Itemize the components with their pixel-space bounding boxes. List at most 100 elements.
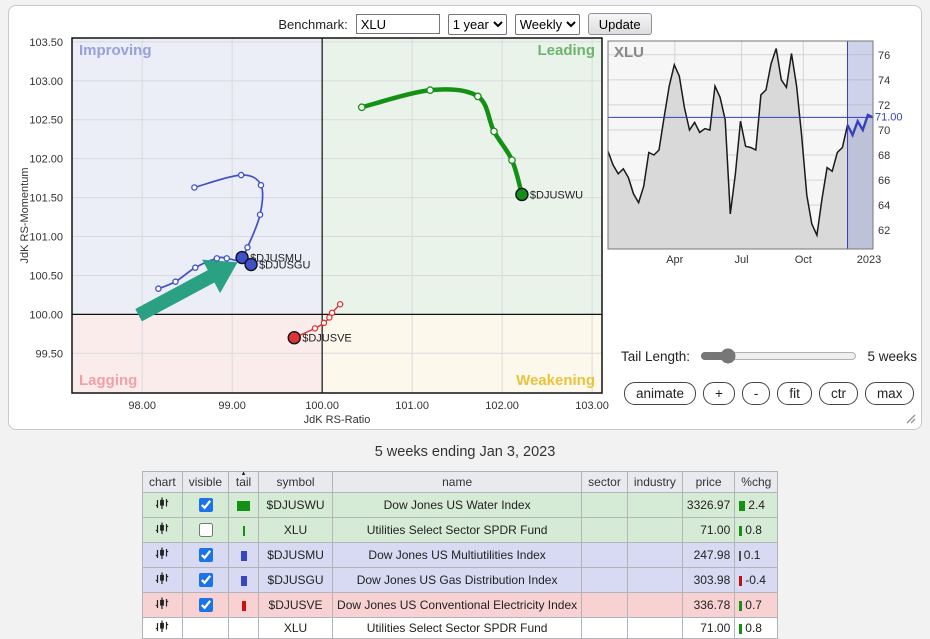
rrg-label-$DJUSWU: $DJUSWU — [530, 189, 583, 201]
animate-button[interactable]: animate — [624, 382, 696, 405]
benchmark-input[interactable] — [356, 14, 440, 34]
price-cell: 3326.97 — [687, 498, 730, 512]
tail-length-control: Tail Length: 5 weeks — [621, 347, 917, 365]
chart-icon[interactable] — [155, 620, 169, 633]
name-cell: Dow Jones US Water Index — [384, 498, 531, 512]
svg-text:70: 70 — [878, 125, 890, 137]
svg-text:72: 72 — [878, 100, 890, 112]
svg-text:66: 66 — [878, 175, 890, 187]
svg-text:102.50: 102.50 — [29, 115, 63, 127]
svg-text:102.00: 102.00 — [29, 154, 63, 166]
svg-text:68: 68 — [878, 150, 890, 162]
chg-bar — [739, 501, 745, 511]
chg-bar — [739, 526, 742, 536]
svg-text:JdK RS-Ratio: JdK RS-Ratio — [304, 414, 371, 426]
period-caption: 5 weeks ending Jan 3, 2023 — [0, 444, 930, 460]
symbol-cell: $DJUSWU — [267, 498, 325, 512]
price-cell: 71.00 — [700, 621, 730, 635]
chart-icon[interactable] — [155, 572, 169, 585]
svg-text:64: 64 — [878, 200, 890, 212]
fit-button[interactable]: fit — [777, 382, 812, 405]
symbol-cell: XLU — [284, 621, 307, 635]
tail-length-slider[interactable] — [700, 349, 857, 363]
price-cell: 303.98 — [694, 573, 731, 587]
svg-text:101.00: 101.00 — [395, 400, 429, 412]
max-button[interactable]: max — [865, 382, 915, 405]
rrg-panel: Benchmark: 1 year Weekly Update 98.0099.… — [8, 5, 922, 430]
quadrant-label-leading: Leading — [537, 42, 595, 59]
visible-checkbox[interactable] — [199, 523, 213, 537]
chg-bar — [739, 551, 741, 561]
column-header-chart[interactable]: chart — [143, 472, 183, 493]
svg-text:Jul: Jul — [735, 254, 749, 266]
name-cell: Dow Jones US Conventional Electricity In… — [337, 598, 577, 612]
symbol-cell: $DJUSVE — [269, 598, 323, 612]
quadrant-improving — [72, 38, 322, 314]
column-header-symbol[interactable]: symbol — [259, 472, 333, 493]
column-header-visible[interactable]: visible — [182, 472, 228, 493]
benchmark-mini-chart[interactable]: 7674727068666462AprJulOct202371.00XLU — [607, 36, 919, 272]
table-row: $DJUSMUDow Jones US Multiutilities Index… — [143, 543, 778, 568]
column-header-sector[interactable]: sector — [582, 472, 628, 493]
resize-handle-icon[interactable] — [902, 410, 916, 424]
column-header-name[interactable]: name — [333, 472, 582, 493]
svg-text:101.00: 101.00 — [29, 232, 63, 244]
rrg-label-$DJUSVE: $DJUSVE — [302, 333, 352, 345]
name-cell: Utilities Select Sector SPDR Fund — [367, 621, 548, 635]
tail-length-label: Tail Length: — [621, 349, 690, 364]
chart-icon[interactable] — [155, 522, 169, 535]
chart-icon[interactable] — [155, 597, 169, 610]
svg-text:98.00: 98.00 — [128, 400, 156, 412]
svg-text:103.00: 103.00 — [575, 400, 609, 412]
rrg-head-$DJUSGU — [245, 259, 257, 271]
chg-cell: 0.8 — [745, 621, 762, 635]
visible-checkbox[interactable] — [199, 598, 213, 612]
rrg-chart[interactable]: 98.0099.00100.00101.00102.00103.0099.501… — [15, 32, 625, 434]
svg-text:99.50: 99.50 — [35, 348, 63, 360]
svg-text:103.50: 103.50 — [29, 37, 63, 49]
sort-arrow-icon: ▴ — [242, 469, 246, 477]
column-header-industry[interactable]: industry — [627, 472, 682, 493]
chg-bar — [739, 576, 742, 586]
svg-text:76: 76 — [878, 50, 890, 62]
svg-text:102.00: 102.00 — [485, 400, 519, 412]
visible-checkbox[interactable] — [199, 548, 213, 562]
svg-text:Oct: Oct — [795, 254, 812, 266]
column-header-pctchg[interactable]: %chg — [735, 472, 778, 493]
zoom-out-button[interactable]: - — [742, 382, 771, 405]
column-header-price[interactable]: price — [682, 472, 734, 493]
name-cell: Dow Jones US Gas Distribution Index — [357, 573, 558, 587]
svg-text:100.00: 100.00 — [305, 400, 339, 412]
chart-icon[interactable] — [155, 497, 169, 510]
rrg-label-$DJUSGU: $DJUSGU — [259, 260, 310, 272]
svg-text:62: 62 — [878, 225, 890, 237]
chg-cell: -0.4 — [745, 573, 766, 587]
svg-text:103.00: 103.00 — [29, 76, 63, 88]
svg-text:100.50: 100.50 — [29, 270, 63, 282]
svg-text:101.50: 101.50 — [29, 193, 63, 205]
quadrant-label-lagging: Lagging — [79, 372, 137, 389]
table-row: XLUUtilities Select Sector SPDR Fund71.0… — [143, 518, 778, 543]
svg-text:74: 74 — [878, 75, 890, 87]
tail-swatch — [243, 526, 245, 536]
last-price-label: 71.00 — [875, 111, 903, 123]
chart-icon[interactable] — [155, 547, 169, 560]
visible-checkbox[interactable] — [199, 498, 213, 512]
zoom-in-button[interactable]: + — [703, 382, 735, 405]
visible-checkbox[interactable] — [199, 573, 213, 587]
svg-text:2023: 2023 — [857, 254, 881, 266]
price-cell: 247.98 — [694, 548, 731, 562]
symbol-cell: XLU — [284, 523, 307, 537]
name-cell: Dow Jones US Multiutilities Index — [368, 548, 545, 562]
column-header-tail[interactable]: tail▴ — [229, 472, 259, 493]
rrg-button-row: animate + - fit ctr max — [624, 382, 914, 405]
name-cell: Utilities Select Sector SPDR Fund — [367, 523, 548, 537]
tail-swatch — [241, 576, 247, 586]
center-button[interactable]: ctr — [819, 382, 858, 405]
table-row: XLU Utilities Select Sector SPDR Fund 71.0… — [143, 618, 778, 639]
symbols-table: chartvisibletail▴symbolnamesectorindustr… — [142, 471, 778, 639]
chg-cell: 0.8 — [745, 523, 762, 537]
benchmark-label: Benchmark: — [278, 17, 347, 32]
price-cell: 336.78 — [694, 598, 731, 612]
quadrant-label-improving: Improving — [79, 42, 152, 59]
